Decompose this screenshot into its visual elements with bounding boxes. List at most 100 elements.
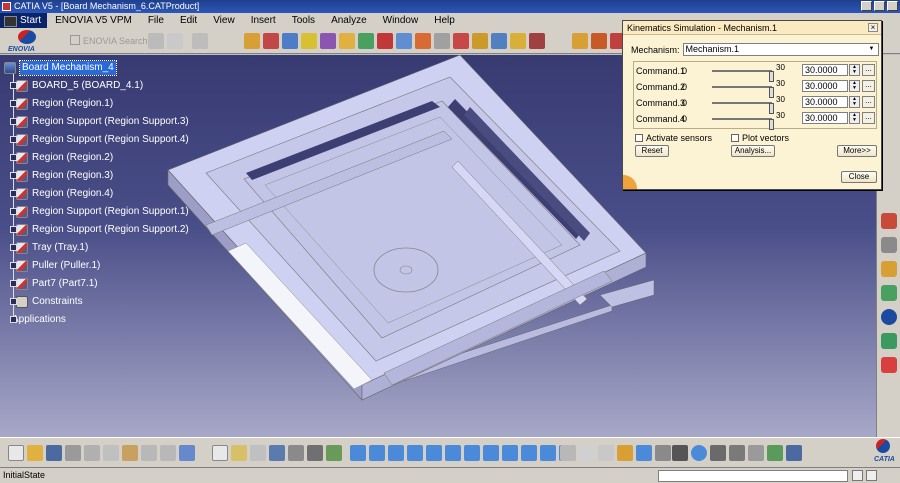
tool-icon[interactable]: [453, 33, 469, 49]
close-window-button[interactable]: [887, 1, 898, 11]
command-slider[interactable]: [712, 102, 774, 114]
tree-item[interactable]: Region Support (Region Support.4): [4, 132, 189, 148]
status-button[interactable]: [852, 470, 863, 481]
tool-icon[interactable]: [591, 33, 607, 49]
tree-item[interactable]: Region Support (Region Support.2): [4, 222, 189, 238]
tree-item[interactable]: Tray (Tray.1): [4, 240, 88, 256]
redo-icon[interactable]: [160, 445, 176, 461]
tool-icon[interactable]: [881, 309, 897, 325]
save-icon[interactable]: [46, 445, 62, 461]
slider-thumb[interactable]: [769, 119, 774, 130]
menu-view[interactable]: View: [205, 13, 243, 28]
command-slider[interactable]: [712, 118, 774, 130]
tool-icon[interactable]: [263, 33, 279, 49]
camera-icon[interactable]: [672, 445, 688, 461]
tool-icon[interactable]: [655, 445, 671, 461]
dialog-close-icon[interactable]: ×: [868, 23, 878, 32]
table-icon[interactable]: [269, 445, 285, 461]
command-value-field[interactable]: 30.0000: [802, 96, 848, 108]
tool-icon[interactable]: [560, 445, 576, 461]
tool-icon[interactable]: [192, 33, 208, 49]
spinner-icon[interactable]: ▲ ▼: [849, 112, 860, 124]
tool-icon[interactable]: [572, 33, 588, 49]
analysis-button[interactable]: Analysis...: [731, 145, 775, 157]
tool-icon[interactable]: [881, 357, 897, 373]
knowledge-icon[interactable]: [250, 445, 266, 461]
command-input[interactable]: [658, 470, 848, 482]
menu-file[interactable]: File: [140, 13, 172, 28]
tool-icon[interactable]: [301, 33, 317, 49]
tree-item-applications[interactable]: Applications: [4, 312, 66, 328]
tool-icon[interactable]: [167, 33, 183, 49]
open-icon[interactable]: [27, 445, 43, 461]
print-icon[interactable]: [65, 445, 81, 461]
tool-icon[interactable]: [358, 33, 374, 49]
cut-icon[interactable]: [84, 445, 100, 461]
menu-analyze[interactable]: Analyze: [323, 13, 375, 28]
reset-button[interactable]: Reset: [635, 145, 669, 157]
tool-icon[interactable]: [415, 33, 431, 49]
tree-item[interactable]: BOARD_5 (BOARD_4.1): [4, 78, 143, 94]
status-button[interactable]: [866, 470, 877, 481]
fly-icon[interactable]: [350, 445, 366, 461]
player-icon[interactable]: [729, 445, 745, 461]
enovia-search[interactable]: ENOVIA Search...: [70, 35, 155, 46]
spinner-icon[interactable]: ▲ ▼: [849, 64, 860, 76]
iso-view-icon[interactable]: [502, 445, 518, 461]
multi-view-icon[interactable]: [483, 445, 499, 461]
more-button[interactable]: More>>: [837, 145, 877, 157]
tool-icon[interactable]: [881, 237, 897, 253]
shading-icon[interactable]: [521, 445, 537, 461]
maximize-button[interactable]: [874, 1, 885, 11]
spinner-icon[interactable]: ▲ ▼: [849, 80, 860, 92]
compass-tool-icon[interactable]: [691, 445, 707, 461]
new-icon[interactable]: [8, 445, 24, 461]
tool-icon[interactable]: [377, 33, 393, 49]
command-value-field[interactable]: 30.0000: [802, 112, 848, 124]
menu-insert[interactable]: Insert: [243, 13, 284, 28]
tool-icon[interactable]: [598, 445, 614, 461]
help-icon[interactable]: [179, 445, 195, 461]
tool-icon[interactable]: [434, 33, 450, 49]
formula-icon[interactable]: [212, 445, 228, 461]
command-options-button[interactable]: ...: [862, 64, 875, 76]
comment-icon[interactable]: [231, 445, 247, 461]
tool-icon[interactable]: [881, 261, 897, 277]
tree-item[interactable]: Puller (Puller.1): [4, 258, 100, 274]
tool-icon[interactable]: [148, 33, 164, 49]
tree-item-root[interactable]: Board Mechanism_4: [4, 60, 117, 76]
tree-item-constraints[interactable]: Constraints: [4, 294, 83, 310]
checkbox-box[interactable]: [731, 134, 739, 142]
tool-icon[interactable]: [396, 33, 412, 49]
tool-icon[interactable]: [636, 445, 652, 461]
activate-sensors-checkbox[interactable]: Activate sensors: [635, 133, 712, 143]
tree-item[interactable]: Region (Region.4): [4, 186, 113, 202]
command-value-field[interactable]: 30.0000: [802, 64, 848, 76]
tool-icon[interactable]: [244, 33, 260, 49]
tree-item[interactable]: Region (Region.1): [4, 96, 113, 112]
menu-tools[interactable]: Tools: [284, 13, 323, 28]
menu-help[interactable]: Help: [426, 13, 463, 28]
tree-item[interactable]: Region (Region.2): [4, 150, 113, 166]
trace-icon[interactable]: [786, 445, 802, 461]
close-button[interactable]: Close: [841, 171, 877, 183]
paste-icon[interactable]: [122, 445, 138, 461]
command-options-button[interactable]: ...: [862, 112, 875, 124]
menu-enovia[interactable]: ENOVIA V5 VPM: [47, 13, 140, 28]
graph-icon[interactable]: [288, 445, 304, 461]
checkbox-box[interactable]: [635, 134, 643, 142]
catalog-icon[interactable]: [326, 445, 342, 461]
material-icon[interactable]: [307, 445, 323, 461]
tree-item[interactable]: Region Support (Region Support.1): [4, 204, 189, 220]
plot-vectors-checkbox[interactable]: Plot vectors: [731, 133, 789, 143]
rotate-icon[interactable]: [407, 445, 423, 461]
chevron-down-icon[interactable]: ▼: [867, 45, 877, 54]
zoom-in-icon[interactable]: [426, 445, 442, 461]
tool-icon[interactable]: [529, 33, 545, 49]
mechanism-select[interactable]: Mechanism.1 ▼: [682, 43, 879, 56]
command-options-button[interactable]: ...: [862, 96, 875, 108]
record-icon[interactable]: [748, 445, 764, 461]
sensor-icon[interactable]: [767, 445, 783, 461]
tool-icon[interactable]: [579, 445, 595, 461]
undo-icon[interactable]: [141, 445, 157, 461]
